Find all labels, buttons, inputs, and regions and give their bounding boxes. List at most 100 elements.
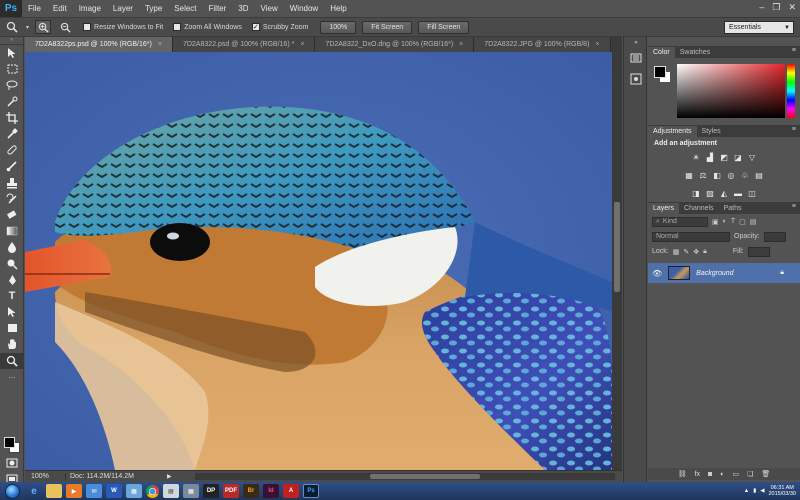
black-white-icon[interactable]: ◧ — [712, 170, 723, 180]
quick-mask-icon[interactable] — [0, 455, 24, 471]
lock-pixels-icon[interactable]: ✎ — [683, 248, 689, 256]
scrubby-zoom-checkbox[interactable]: ✓ Scrubby Zoom — [251, 23, 308, 31]
document-tab[interactable]: 7D2A8322ps.psd @ 100% (RGB/16*) × — [25, 37, 173, 52]
blur-tool-icon[interactable] — [0, 239, 24, 255]
media-player-icon[interactable]: ▶ — [66, 484, 82, 498]
zoom-out-icon[interactable] — [57, 20, 73, 34]
filter-type-icon[interactable]: T — [731, 218, 735, 225]
hue-saturation-icon[interactable]: ▦ — [684, 170, 695, 180]
calculator-icon[interactable]: ▦ — [183, 484, 199, 498]
pdf-icon[interactable]: PDF — [223, 484, 239, 498]
gradient-map-icon[interactable]: ▬ — [733, 188, 744, 198]
zoom-level-field[interactable]: 100% — [25, 473, 65, 480]
pen-tool-icon[interactable] — [0, 272, 24, 288]
checkbox-box[interactable] — [173, 23, 182, 31]
panel-menu-icon[interactable]: ≡ — [792, 203, 796, 210]
healing-brush-tool-icon[interactable] — [0, 142, 24, 158]
group-icon[interactable]: ▭ — [733, 470, 740, 478]
zoom-all-windows-checkbox[interactable]: Zoom All Windows — [173, 23, 242, 31]
layer-style-icon[interactable]: fx — [695, 471, 700, 478]
adjustment-layer-icon[interactable]: ◐ — [720, 471, 724, 478]
clock[interactable]: 06:31 AM 2015/03/30 — [768, 485, 796, 497]
layer-mask-icon[interactable]: ◙ — [708, 471, 712, 478]
tab-adjustments[interactable]: Adjustments — [648, 126, 697, 137]
dxo-icon[interactable]: DP — [203, 484, 219, 498]
indesign-icon[interactable]: Id — [263, 484, 279, 498]
lock-position-icon[interactable]: ✥ — [693, 248, 699, 256]
status-menu-arrow-icon[interactable]: ▶ — [167, 473, 172, 480]
minimize-icon[interactable]: – — [759, 2, 764, 13]
eraser-tool-icon[interactable] — [0, 207, 24, 223]
color-field[interactable] — [677, 64, 785, 118]
quick-selection-tool-icon[interactable] — [0, 94, 24, 110]
filter-shape-icon[interactable]: ▢ — [739, 218, 746, 226]
close-icon[interactable]: ✕ — [788, 2, 796, 13]
menu-help[interactable]: Help — [324, 4, 352, 13]
menu-window[interactable]: Window — [284, 4, 324, 13]
menu-filter[interactable]: Filter — [203, 4, 233, 13]
close-icon[interactable]: × — [459, 41, 463, 48]
more-tools-icon[interactable]: … — [0, 369, 24, 385]
menu-select[interactable]: Select — [168, 4, 202, 13]
link-layers-icon[interactable]: ⛓ — [678, 470, 687, 478]
workspace-select[interactable]: Essentials ▼ — [724, 21, 794, 34]
horizontal-scrollbar[interactable] — [195, 473, 615, 480]
checkmark-icon[interactable]: ✓ — [251, 23, 260, 31]
channel-mixer-icon[interactable]: ♧ — [740, 170, 751, 180]
chrome-icon[interactable] — [146, 484, 159, 498]
scrollbar-thumb[interactable] — [614, 202, 620, 292]
volume-icon[interactable]: ◀ — [760, 488, 764, 494]
tab-color[interactable]: Color — [648, 47, 675, 58]
menu-image[interactable]: Image — [73, 4, 107, 13]
eyedropper-tool-icon[interactable] — [0, 126, 24, 142]
start-button[interactable] — [0, 482, 24, 500]
ie-icon[interactable]: e — [26, 484, 42, 498]
zoom-100-button[interactable]: 100% — [320, 20, 357, 34]
filter-pixel-icon[interactable]: ▣ — [712, 218, 719, 226]
opacity-field[interactable] — [763, 231, 786, 242]
threshold-icon[interactable]: ◭ — [719, 188, 730, 198]
lock-transparency-icon[interactable]: ▦ — [673, 248, 680, 256]
hand-tool-icon[interactable] — [0, 336, 24, 352]
fill-field[interactable] — [747, 246, 770, 257]
resize-windows-checkbox[interactable]: Resize Windows to Fit — [83, 23, 163, 31]
rectangle-tool-icon[interactable] — [0, 320, 24, 336]
panel-grip[interactable]: « — [625, 40, 647, 46]
zoom-in-icon[interactable] — [35, 20, 52, 34]
dodge-tool-icon[interactable] — [0, 255, 24, 271]
lasso-tool-icon[interactable] — [0, 77, 24, 93]
close-icon[interactable]: × — [595, 41, 599, 48]
selective-color-icon[interactable]: ◫ — [747, 188, 758, 198]
blend-mode-select[interactable]: Normal — [652, 231, 730, 242]
color-balance-icon[interactable]: ⚖ — [698, 170, 709, 180]
visibility-eye-icon[interactable]: 👁︎ — [652, 269, 662, 278]
path-selection-tool-icon[interactable] — [0, 304, 24, 320]
zoom-icon[interactable] — [4, 20, 20, 34]
lock-all-icon[interactable]: 🔒︎ — [703, 248, 707, 256]
filter-adjustment-icon[interactable]: ◐ — [723, 218, 727, 225]
menu-edit[interactable]: Edit — [47, 4, 73, 13]
panel-grip[interactable]: » — [0, 37, 23, 45]
levels-icon[interactable]: ▟ — [705, 152, 716, 162]
acrobat-icon[interactable]: A — [283, 484, 299, 498]
tab-channels[interactable]: Channels — [679, 203, 719, 214]
menu-type[interactable]: Type — [139, 4, 168, 13]
menu-layer[interactable]: Layer — [107, 4, 139, 13]
color-lookup-icon[interactable]: ▤ — [754, 170, 765, 180]
panel-menu-icon[interactable]: ≡ — [792, 47, 796, 54]
document-canvas[interactable] — [25, 52, 612, 470]
type-tool-icon[interactable]: T — [0, 288, 24, 304]
clone-stamp-tool-icon[interactable] — [0, 175, 24, 191]
foreground-color-swatch[interactable] — [4, 437, 15, 448]
exposure-icon[interactable]: ◪ — [733, 152, 744, 162]
filter-smart-object-icon[interactable]: ▤ — [750, 218, 757, 226]
tab-swatches[interactable]: Swatches — [675, 47, 715, 58]
network-icon[interactable]: ▮ — [753, 488, 756, 494]
tab-paths[interactable]: Paths — [719, 203, 747, 214]
close-icon[interactable]: × — [158, 41, 162, 48]
folder-icon[interactable] — [46, 484, 62, 498]
fit-screen-button[interactable]: Fit Screen — [362, 20, 413, 34]
photoshop-taskbar-icon[interactable]: Ps — [303, 484, 319, 498]
menu-view[interactable]: View — [255, 4, 284, 13]
curves-icon[interactable]: ◩ — [719, 152, 730, 162]
